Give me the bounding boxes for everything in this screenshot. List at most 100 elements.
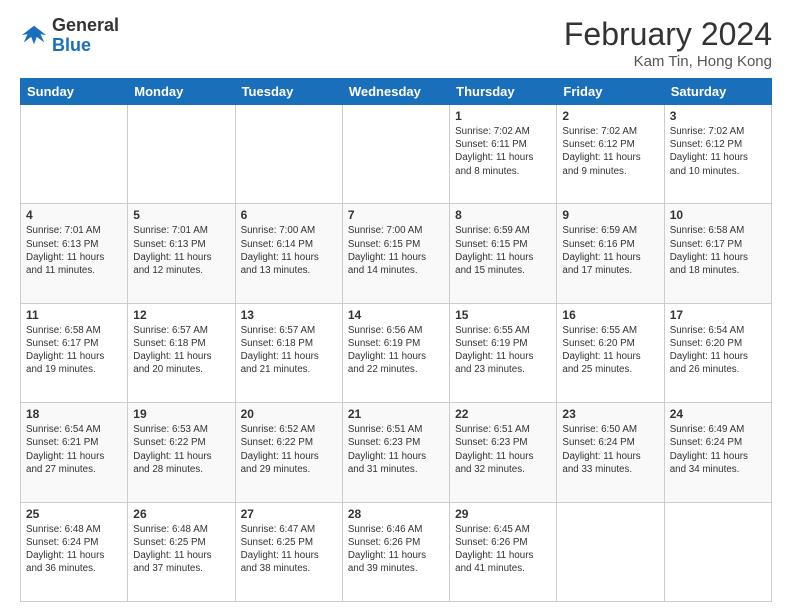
day-info: Sunrise: 6:59 AM Sunset: 6:16 PM Dayligh… bbox=[562, 224, 658, 277]
calendar-cell bbox=[664, 502, 771, 601]
day-info: Sunrise: 7:02 AM Sunset: 6:12 PM Dayligh… bbox=[670, 125, 766, 178]
calendar-cell: 4 Sunrise: 7:01 AM Sunset: 6:13 PM Daylig… bbox=[21, 204, 128, 303]
day-number: 8 bbox=[455, 208, 551, 222]
calendar-cell: 13 Sunrise: 6:57 AM Sunset: 6:18 PM Dayli… bbox=[235, 303, 342, 402]
day-number: 11 bbox=[26, 308, 122, 322]
calendar-cell: 12 Sunrise: 6:57 AM Sunset: 6:18 PM Dayli… bbox=[128, 303, 235, 402]
calendar-cell bbox=[557, 502, 664, 601]
calendar-cell: 8 Sunrise: 6:59 AM Sunset: 6:15 PM Daylig… bbox=[450, 204, 557, 303]
day-number: 15 bbox=[455, 308, 551, 322]
calendar-cell: 29 Sunrise: 6:45 AM Sunset: 6:26 PM Dayli… bbox=[450, 502, 557, 601]
day-number: 7 bbox=[348, 208, 444, 222]
day-number: 9 bbox=[562, 208, 658, 222]
month-year: February 2024 bbox=[564, 16, 772, 53]
day-info: Sunrise: 7:02 AM Sunset: 6:12 PM Dayligh… bbox=[562, 125, 658, 178]
day-number: 2 bbox=[562, 109, 658, 123]
day-number: 4 bbox=[26, 208, 122, 222]
day-number: 21 bbox=[348, 407, 444, 421]
day-number: 1 bbox=[455, 109, 551, 123]
calendar-table: SundayMondayTuesdayWednesdayThursdayFrid… bbox=[20, 78, 772, 602]
day-info: Sunrise: 6:50 AM Sunset: 6:24 PM Dayligh… bbox=[562, 423, 658, 476]
day-number: 17 bbox=[670, 308, 766, 322]
calendar-header-row: SundayMondayTuesdayWednesdayThursdayFrid… bbox=[21, 79, 772, 105]
page: General Blue February 2024 Kam Tin, Hong… bbox=[0, 0, 792, 612]
day-number: 19 bbox=[133, 407, 229, 421]
logo-text: General Blue bbox=[52, 16, 119, 56]
calendar-cell: 22Sunrise: 6:51 AM Sunset: 6:23 PM Dayli… bbox=[450, 403, 557, 502]
calendar-cell: 28 Sunrise: 6:46 AM Sunset: 6:26 PM Dayli… bbox=[342, 502, 449, 601]
calendar-cell: 24Sunrise: 6:49 AM Sunset: 6:24 PM Dayli… bbox=[664, 403, 771, 502]
calendar-cell: 6 Sunrise: 7:00 AM Sunset: 6:14 PM Daylig… bbox=[235, 204, 342, 303]
calendar-cell: 15 Sunrise: 6:55 AM Sunset: 6:19 PM Dayli… bbox=[450, 303, 557, 402]
header: General Blue February 2024 Kam Tin, Hong… bbox=[20, 16, 772, 70]
day-number: 3 bbox=[670, 109, 766, 123]
day-info: Sunrise: 6:48 AM Sunset: 6:24 PM Dayligh… bbox=[26, 523, 122, 576]
day-info: Sunrise: 6:53 AM Sunset: 6:22 PM Dayligh… bbox=[133, 423, 229, 476]
calendar-cell: 26 Sunrise: 6:48 AM Sunset: 6:25 PM Dayli… bbox=[128, 502, 235, 601]
calendar-cell: 23 Sunrise: 6:50 AM Sunset: 6:24 PM Dayli… bbox=[557, 403, 664, 502]
title-block: February 2024 Kam Tin, Hong Kong bbox=[564, 16, 772, 70]
logo-blue: Blue bbox=[52, 35, 91, 55]
day-header-wednesday: Wednesday bbox=[342, 79, 449, 105]
day-info: Sunrise: 6:54 AM Sunset: 6:20 PM Dayligh… bbox=[670, 324, 766, 377]
day-info: Sunrise: 6:49 AM Sunset: 6:24 PM Dayligh… bbox=[670, 423, 766, 476]
calendar-cell: 5Sunrise: 7:01 AM Sunset: 6:13 PM Daylig… bbox=[128, 204, 235, 303]
calendar-cell bbox=[128, 105, 235, 204]
day-info: Sunrise: 7:02 AM Sunset: 6:11 PM Dayligh… bbox=[455, 125, 551, 178]
calendar-cell bbox=[21, 105, 128, 204]
calendar-cell: 1 Sunrise: 7:02 AM Sunset: 6:11 PM Daylig… bbox=[450, 105, 557, 204]
day-info: Sunrise: 6:57 AM Sunset: 6:18 PM Dayligh… bbox=[133, 324, 229, 377]
day-info: Sunrise: 7:01 AM Sunset: 6:13 PM Dayligh… bbox=[26, 224, 122, 277]
day-header-monday: Monday bbox=[128, 79, 235, 105]
calendar-cell: 7 Sunrise: 7:00 AM Sunset: 6:15 PM Daylig… bbox=[342, 204, 449, 303]
day-number: 26 bbox=[133, 507, 229, 521]
calendar-week-0: 1 Sunrise: 7:02 AM Sunset: 6:11 PM Daylig… bbox=[21, 105, 772, 204]
day-info: Sunrise: 6:45 AM Sunset: 6:26 PM Dayligh… bbox=[455, 523, 551, 576]
day-info: Sunrise: 6:55 AM Sunset: 6:19 PM Dayligh… bbox=[455, 324, 551, 377]
day-info: Sunrise: 6:52 AM Sunset: 6:22 PM Dayligh… bbox=[241, 423, 337, 476]
day-number: 29 bbox=[455, 507, 551, 521]
day-header-tuesday: Tuesday bbox=[235, 79, 342, 105]
day-number: 22 bbox=[455, 407, 551, 421]
day-number: 27 bbox=[241, 507, 337, 521]
day-number: 12 bbox=[133, 308, 229, 322]
day-info: Sunrise: 6:57 AM Sunset: 6:18 PM Dayligh… bbox=[241, 324, 337, 377]
calendar-cell: 16Sunrise: 6:55 AM Sunset: 6:20 PM Dayli… bbox=[557, 303, 664, 402]
day-number: 13 bbox=[241, 308, 337, 322]
logo: General Blue bbox=[20, 16, 119, 56]
calendar-cell: 9 Sunrise: 6:59 AM Sunset: 6:16 PM Daylig… bbox=[557, 204, 664, 303]
bird-icon bbox=[20, 22, 48, 50]
day-info: Sunrise: 6:56 AM Sunset: 6:19 PM Dayligh… bbox=[348, 324, 444, 377]
day-info: Sunrise: 6:46 AM Sunset: 6:26 PM Dayligh… bbox=[348, 523, 444, 576]
logo-general: General bbox=[52, 15, 119, 35]
day-number: 5 bbox=[133, 208, 229, 222]
day-info: Sunrise: 6:47 AM Sunset: 6:25 PM Dayligh… bbox=[241, 523, 337, 576]
calendar-cell: 3 Sunrise: 7:02 AM Sunset: 6:12 PM Daylig… bbox=[664, 105, 771, 204]
day-info: Sunrise: 6:51 AM Sunset: 6:23 PM Dayligh… bbox=[348, 423, 444, 476]
day-header-saturday: Saturday bbox=[664, 79, 771, 105]
day-number: 14 bbox=[348, 308, 444, 322]
calendar-cell: 17 Sunrise: 6:54 AM Sunset: 6:20 PM Dayli… bbox=[664, 303, 771, 402]
calendar-week-4: 25 Sunrise: 6:48 AM Sunset: 6:24 PM Dayli… bbox=[21, 502, 772, 601]
day-number: 28 bbox=[348, 507, 444, 521]
calendar-cell: 14 Sunrise: 6:56 AM Sunset: 6:19 PM Dayli… bbox=[342, 303, 449, 402]
day-number: 25 bbox=[26, 507, 122, 521]
day-info: Sunrise: 6:59 AM Sunset: 6:15 PM Dayligh… bbox=[455, 224, 551, 277]
day-info: Sunrise: 6:54 AM Sunset: 6:21 PM Dayligh… bbox=[26, 423, 122, 476]
calendar-week-2: 11Sunrise: 6:58 AM Sunset: 6:17 PM Dayli… bbox=[21, 303, 772, 402]
day-header-friday: Friday bbox=[557, 79, 664, 105]
day-number: 16 bbox=[562, 308, 658, 322]
calendar-cell: 2 Sunrise: 7:02 AM Sunset: 6:12 PM Daylig… bbox=[557, 105, 664, 204]
calendar-cell: 25 Sunrise: 6:48 AM Sunset: 6:24 PM Dayli… bbox=[21, 502, 128, 601]
day-header-sunday: Sunday bbox=[21, 79, 128, 105]
calendar-cell: 18Sunrise: 6:54 AM Sunset: 6:21 PM Dayli… bbox=[21, 403, 128, 502]
calendar-cell: 20 Sunrise: 6:52 AM Sunset: 6:22 PM Dayli… bbox=[235, 403, 342, 502]
day-info: Sunrise: 7:00 AM Sunset: 6:15 PM Dayligh… bbox=[348, 224, 444, 277]
day-number: 6 bbox=[241, 208, 337, 222]
calendar-cell: 10Sunrise: 6:58 AM Sunset: 6:17 PM Dayli… bbox=[664, 204, 771, 303]
calendar-cell: 19 Sunrise: 6:53 AM Sunset: 6:22 PM Dayli… bbox=[128, 403, 235, 502]
day-info: Sunrise: 6:48 AM Sunset: 6:25 PM Dayligh… bbox=[133, 523, 229, 576]
day-number: 23 bbox=[562, 407, 658, 421]
day-number: 20 bbox=[241, 407, 337, 421]
day-info: Sunrise: 7:00 AM Sunset: 6:14 PM Dayligh… bbox=[241, 224, 337, 277]
